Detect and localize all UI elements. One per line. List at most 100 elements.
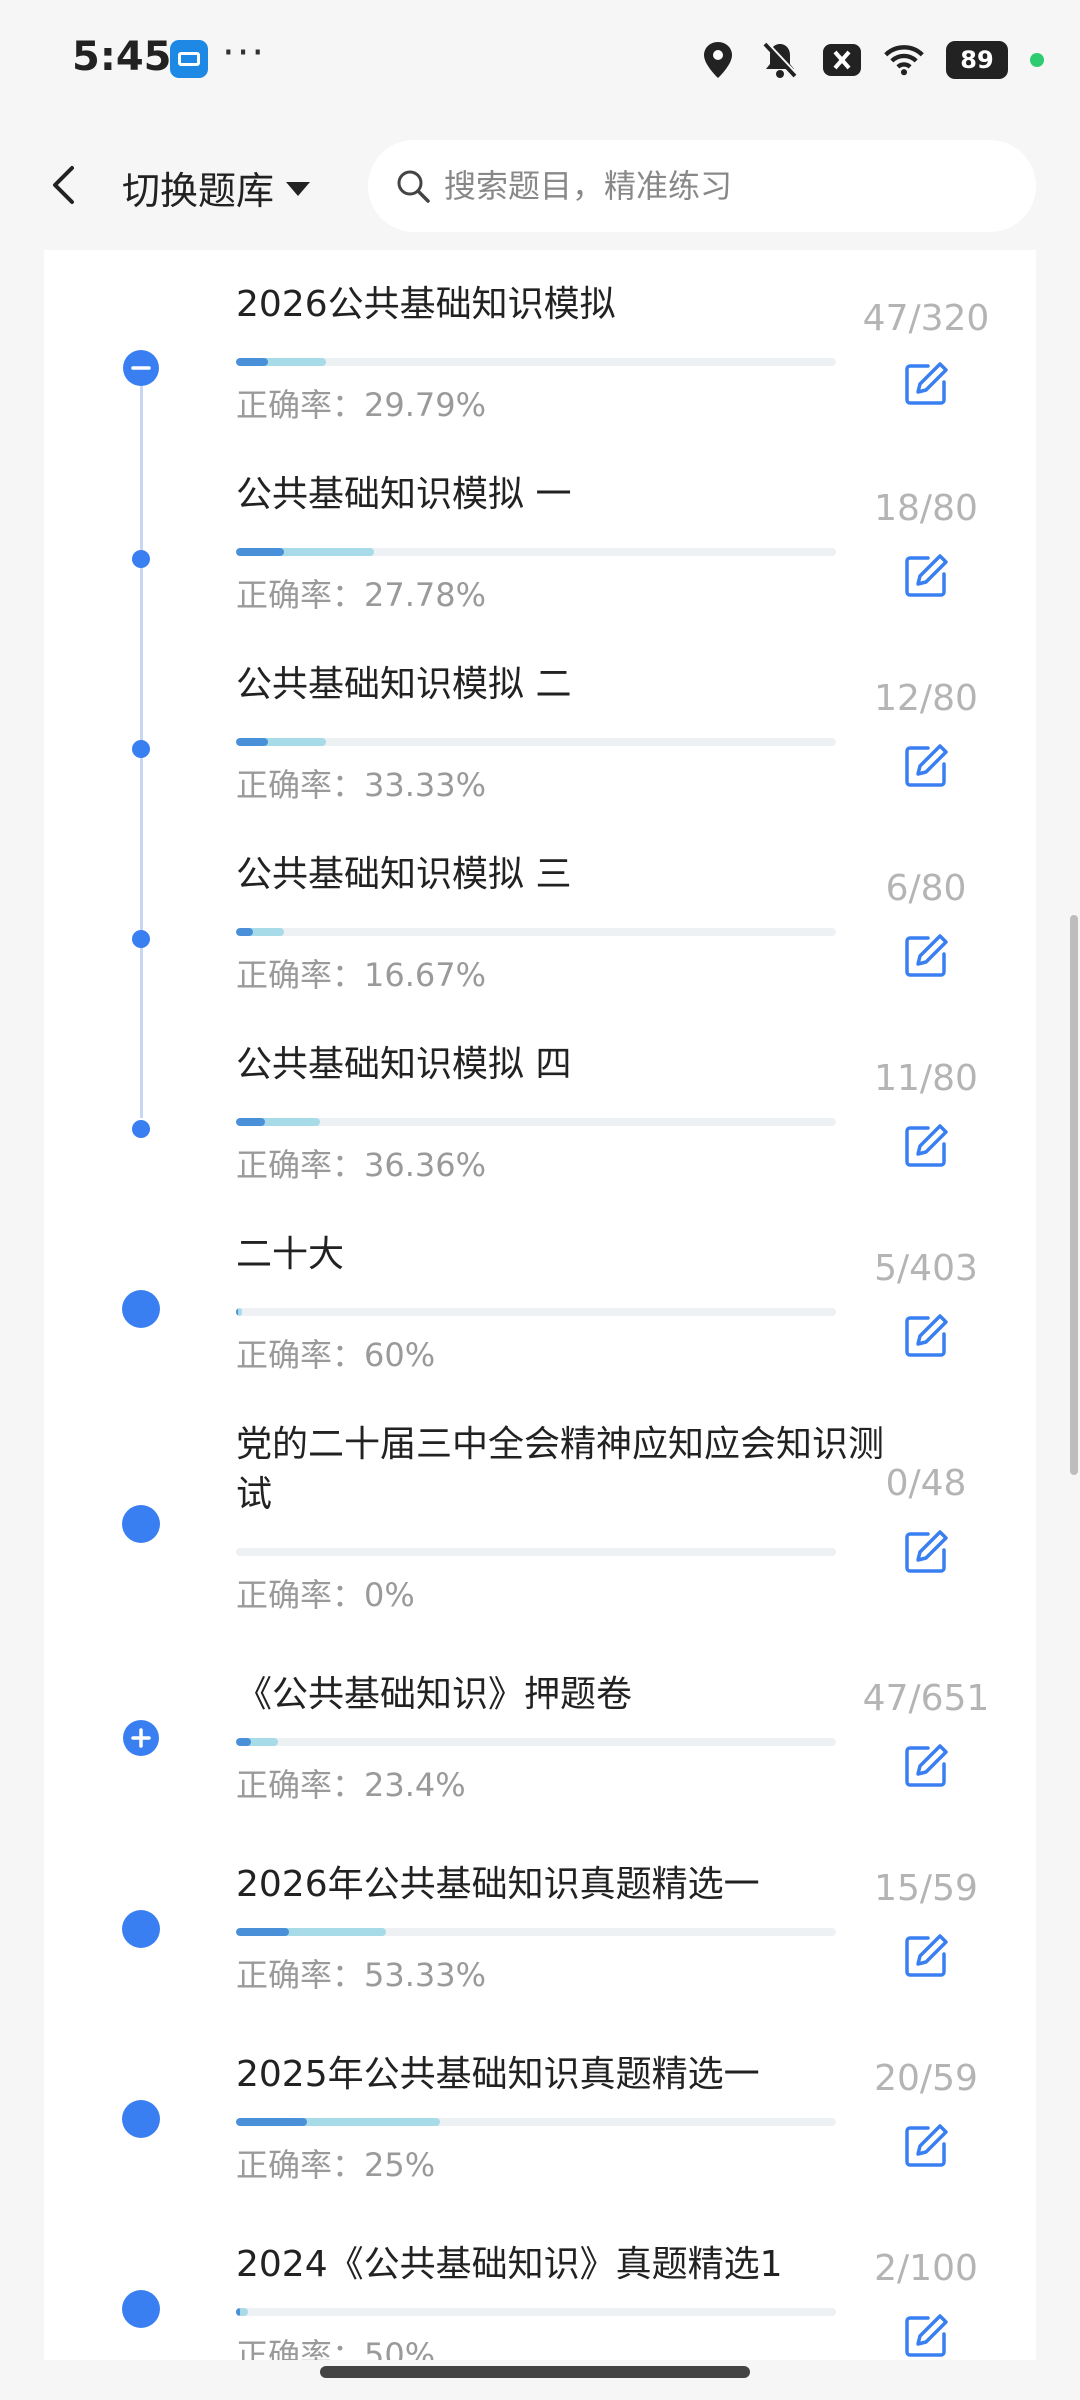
item-title: 2026年公共基础知识真题精选一 xyxy=(236,1864,760,1905)
wallet-app-icon xyxy=(170,40,208,78)
edit-icon[interactable] xyxy=(902,1312,950,1360)
progress-count: 2/100 xyxy=(874,2248,978,2289)
timeline-dot xyxy=(122,2100,160,2138)
progress-bar xyxy=(236,1738,836,1746)
accuracy-text: 正确率：16.67% xyxy=(236,956,487,994)
progress-bar xyxy=(236,1548,836,1556)
edit-icon[interactable] xyxy=(902,742,950,790)
timeline-dot xyxy=(122,1910,160,1948)
accuracy-text: 正确率：53.33% xyxy=(236,1956,487,1994)
accuracy-text: 正确率：25% xyxy=(236,2146,436,2184)
more-notifications-icon: ··· xyxy=(222,30,267,76)
home-indicator[interactable] xyxy=(320,2366,750,2378)
progress-correct-fill xyxy=(236,1928,289,1936)
progress-bar xyxy=(236,358,836,366)
progress-correct-fill xyxy=(236,548,285,556)
accuracy-text: 正确率：36.36% xyxy=(236,1146,487,1184)
item-title: 2024《公共基础知识》真题精选1 xyxy=(236,2244,783,2285)
progress-bar xyxy=(236,548,836,556)
status-bar: 5:45 ··· 89 xyxy=(0,0,1080,120)
progress-correct-fill xyxy=(236,2308,241,2316)
accuracy-text: 正确率：27.78% xyxy=(236,576,487,614)
progress-bar xyxy=(236,738,836,746)
edit-icon[interactable] xyxy=(902,1932,950,1980)
progress-bar xyxy=(236,928,836,936)
item-title: 公共基础知识模拟 三 xyxy=(236,854,572,895)
item-title: 党的二十届三中全会精神应知应会知识测试 xyxy=(236,1424,885,1515)
battery-indicator: 89 xyxy=(946,41,1008,79)
caret-down-icon xyxy=(286,182,311,196)
progress-count: 6/80 xyxy=(885,868,967,909)
progress-bar xyxy=(236,1928,836,1936)
switch-bank-label: 切换题库 xyxy=(122,168,275,213)
edit-icon[interactable] xyxy=(902,552,950,600)
search-input[interactable] xyxy=(442,166,1006,206)
chevron-left-icon xyxy=(53,166,74,204)
progress-count: 47/651 xyxy=(862,1678,990,1719)
timeline-dot xyxy=(132,930,150,948)
edit-icon[interactable] xyxy=(902,1528,950,1576)
timeline-dot xyxy=(132,550,150,568)
accuracy-text: 正确率：60% xyxy=(236,1336,436,1374)
progress-bar xyxy=(236,1308,836,1316)
switch-bank-dropdown[interactable]: 切换题库 xyxy=(122,160,311,214)
search-box[interactable] xyxy=(368,140,1036,232)
progress-correct-fill xyxy=(236,358,268,366)
privacy-indicator-dot xyxy=(1030,53,1044,67)
accuracy-text: 正确率：23.4% xyxy=(236,1766,466,1804)
item-title: 公共基础知识模拟 四 xyxy=(236,1044,572,1085)
timeline-dot xyxy=(122,2290,160,2328)
item-title: 公共基础知识模拟 二 xyxy=(236,664,572,705)
search-icon xyxy=(397,170,430,203)
item-title: 2025年公共基础知识真题精选一 xyxy=(236,2054,760,2095)
progress-correct-fill xyxy=(236,1738,251,1746)
item-title: 公共基础知识模拟 一 xyxy=(236,474,572,515)
accuracy-text: 正确率：50% xyxy=(236,2336,436,2360)
progress-correct-fill xyxy=(236,1308,239,1316)
progress-count: 0/48 xyxy=(885,1463,967,1504)
status-icons: 89 xyxy=(698,36,1044,84)
timeline-dot xyxy=(132,1120,150,1138)
progress-count: 18/80 xyxy=(874,488,978,529)
progress-count: 12/80 xyxy=(874,678,978,719)
edit-icon[interactable] xyxy=(902,1122,950,1170)
edit-icon[interactable] xyxy=(902,932,950,980)
collapse-icon[interactable] xyxy=(123,350,159,386)
progress-bar xyxy=(236,1118,836,1126)
close-box-icon xyxy=(822,40,862,80)
timeline-dot xyxy=(122,1505,160,1543)
progress-correct-fill xyxy=(236,928,253,936)
accuracy-text: 正确率：29.79% xyxy=(236,386,487,424)
timeline-line xyxy=(140,358,143,1118)
progress-correct-fill xyxy=(236,738,268,746)
edit-icon[interactable] xyxy=(902,2122,950,2170)
progress-count: 5/403 xyxy=(874,1248,978,1289)
mute-bell-icon xyxy=(760,40,800,80)
header: 切换题库 xyxy=(0,120,1080,250)
timeline-dot xyxy=(122,1290,160,1328)
back-button[interactable] xyxy=(40,160,90,210)
edit-icon[interactable] xyxy=(902,360,950,408)
wifi-icon xyxy=(884,40,924,80)
progress-count: 15/59 xyxy=(874,1868,978,1909)
progress-count: 20/59 xyxy=(874,2058,978,2099)
accuracy-text: 正确率：33.33% xyxy=(236,766,487,804)
accuracy-text: 正确率：0% xyxy=(236,1576,415,1614)
progress-bar xyxy=(236,2308,836,2316)
status-time: 5:45 xyxy=(72,34,172,80)
expand-icon[interactable] xyxy=(123,1720,159,1756)
progress-correct-fill xyxy=(236,1118,266,1126)
timeline-dot xyxy=(132,740,150,758)
progress-count: 11/80 xyxy=(874,1058,978,1099)
edit-icon[interactable] xyxy=(902,2312,950,2360)
progress-correct-fill xyxy=(236,2118,308,2126)
location-icon xyxy=(698,40,738,80)
item-title: 二十大 xyxy=(236,1234,345,1275)
item-title: 2026公共基础知识模拟 xyxy=(236,284,616,325)
progress-count: 47/320 xyxy=(862,298,990,339)
progress-bar xyxy=(236,2118,836,2126)
scrollbar[interactable] xyxy=(1070,915,1078,1475)
question-bank-list: 2026公共基础知识模拟 正确率：29.79% 47/320 公共基础知识模拟 一正确… xyxy=(44,250,1036,2360)
item-title: 《公共基础知识》押题卷 xyxy=(236,1674,633,1715)
edit-icon[interactable] xyxy=(902,1742,950,1790)
